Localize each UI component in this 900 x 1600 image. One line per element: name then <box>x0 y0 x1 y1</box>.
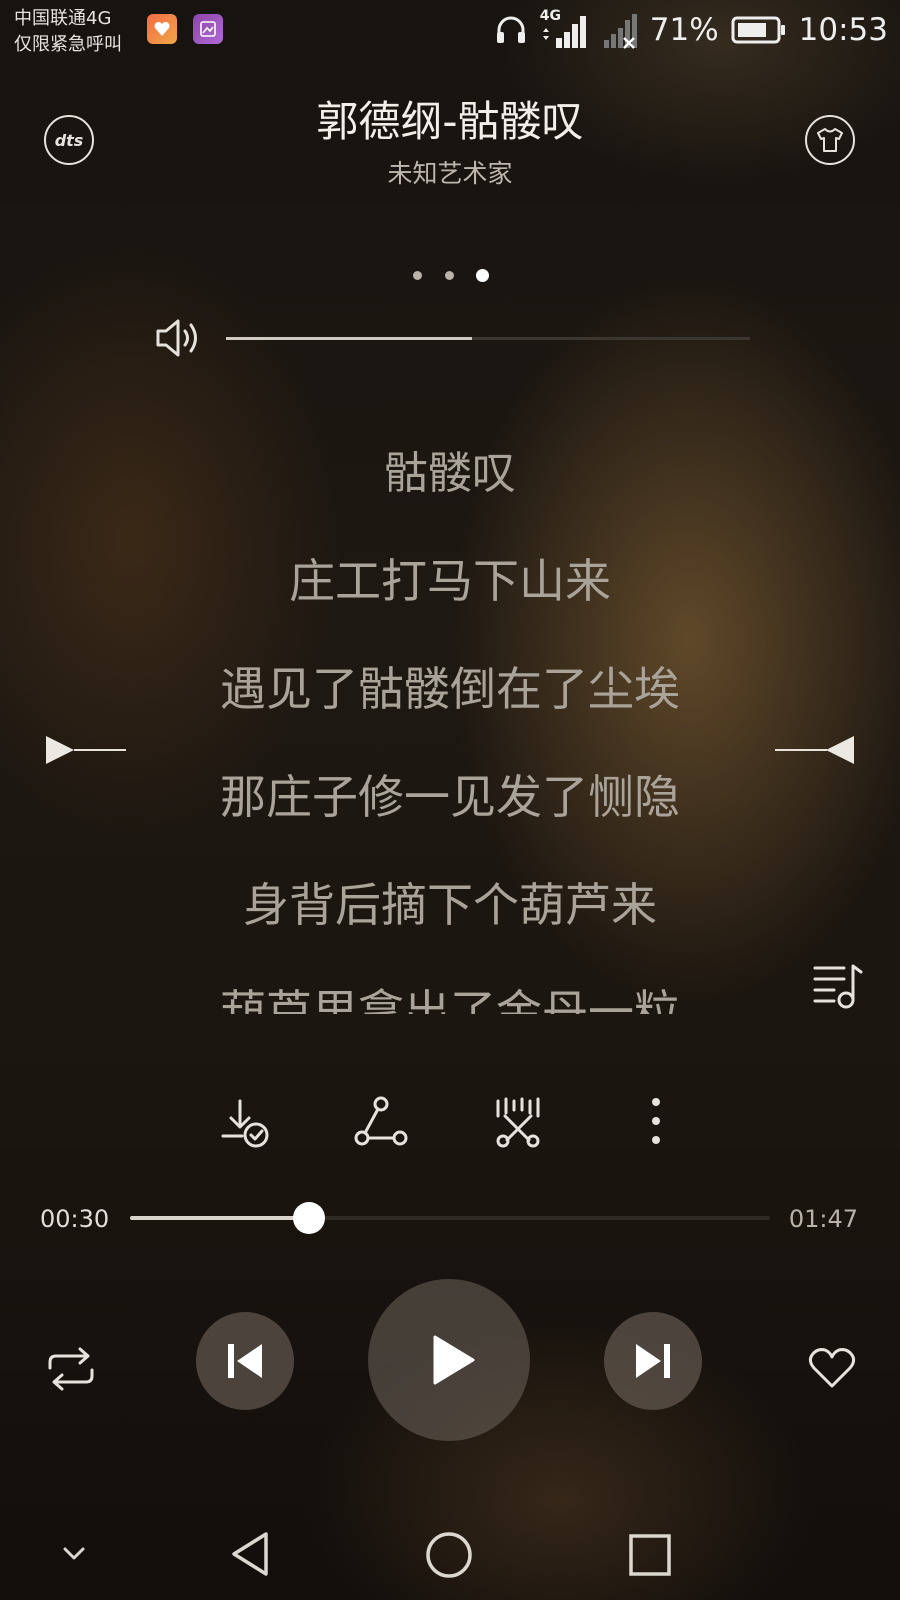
share-icon[interactable] <box>354 1096 408 1148</box>
progress-thumb[interactable] <box>293 1202 325 1234</box>
current-time: 00:30 <box>40 1205 110 1233</box>
clock: 10:53 <box>798 12 888 48</box>
lyric-seek-left-icon[interactable] <box>44 734 76 766</box>
lyric-seek-left-line <box>74 749 126 751</box>
previous-icon <box>228 1344 262 1378</box>
progress-fill <box>130 1216 309 1220</box>
playlist-icon[interactable] <box>812 962 866 1012</box>
play-icon <box>433 1335 475 1385</box>
next-button[interactable] <box>604 1312 702 1410</box>
status-icons: 4G 71% 10:53 <box>494 8 888 52</box>
cut-ringtone-icon[interactable] <box>493 1096 543 1148</box>
download-done-icon[interactable] <box>220 1098 272 1150</box>
emergency-only-label: 仅限紧急呼叫 <box>14 34 122 55</box>
volume-slider-fill <box>226 337 472 340</box>
lyric-line-6-clip: 葫芦里拿出了金丹一粒 <box>0 980 900 1014</box>
lyric-line-1: 骷髅叹 <box>384 448 516 499</box>
signal-4g: 4G <box>540 8 590 50</box>
health-app-icon <box>147 14 177 44</box>
total-time: 01:47 <box>788 1205 858 1233</box>
signal-icon <box>542 16 586 48</box>
carrier-name: 中国联通4G <box>14 8 112 29</box>
song-title: 郭德纲-骷髅叹 <box>316 97 584 146</box>
back-icon[interactable] <box>228 1530 272 1578</box>
skin-button[interactable] <box>805 115 855 165</box>
battery-percent: 71% <box>649 12 719 48</box>
lyric-line-3: 遇见了骷髅倒在了尘埃 <box>220 662 680 716</box>
play-button[interactable] <box>368 1279 530 1441</box>
recents-icon[interactable] <box>627 1532 673 1578</box>
lyric-line-6: 葫芦里拿出了金丹一粒 <box>220 985 680 1014</box>
pager-dot-2[interactable] <box>445 271 454 280</box>
pager-dot-1[interactable] <box>413 271 422 280</box>
headphones-icon <box>496 16 525 43</box>
lyric-seek-right-icon[interactable] <box>824 734 856 766</box>
home-icon[interactable] <box>424 1530 474 1580</box>
carrier-info: 中国联通4G 仅限紧急呼叫 <box>14 6 122 58</box>
lyric-seek-right-line <box>775 749 827 751</box>
tshirt-skin-icon <box>817 128 843 152</box>
previous-button[interactable] <box>196 1312 294 1410</box>
no-signal-icon <box>603 14 637 49</box>
lyric-line-5: 身背后摘下个葫芦来 <box>243 878 657 932</box>
collapse-chevron-icon[interactable] <box>62 1546 86 1562</box>
more-icon[interactable] <box>644 1096 668 1148</box>
next-icon <box>636 1344 670 1378</box>
gallery-app-icon <box>193 14 223 44</box>
lyric-line-2: 庄工打马下山来 <box>289 554 611 608</box>
heart-icon[interactable] <box>808 1346 856 1390</box>
speaker-icon[interactable] <box>154 316 206 360</box>
pager-dot-3[interactable] <box>476 269 489 282</box>
artist-name: 未知艺术家 <box>387 159 513 188</box>
battery-icon <box>731 16 785 44</box>
repeat-icon[interactable] <box>44 1346 98 1392</box>
lyric-line-4: 那庄子修一见发了恻隐 <box>220 770 680 824</box>
